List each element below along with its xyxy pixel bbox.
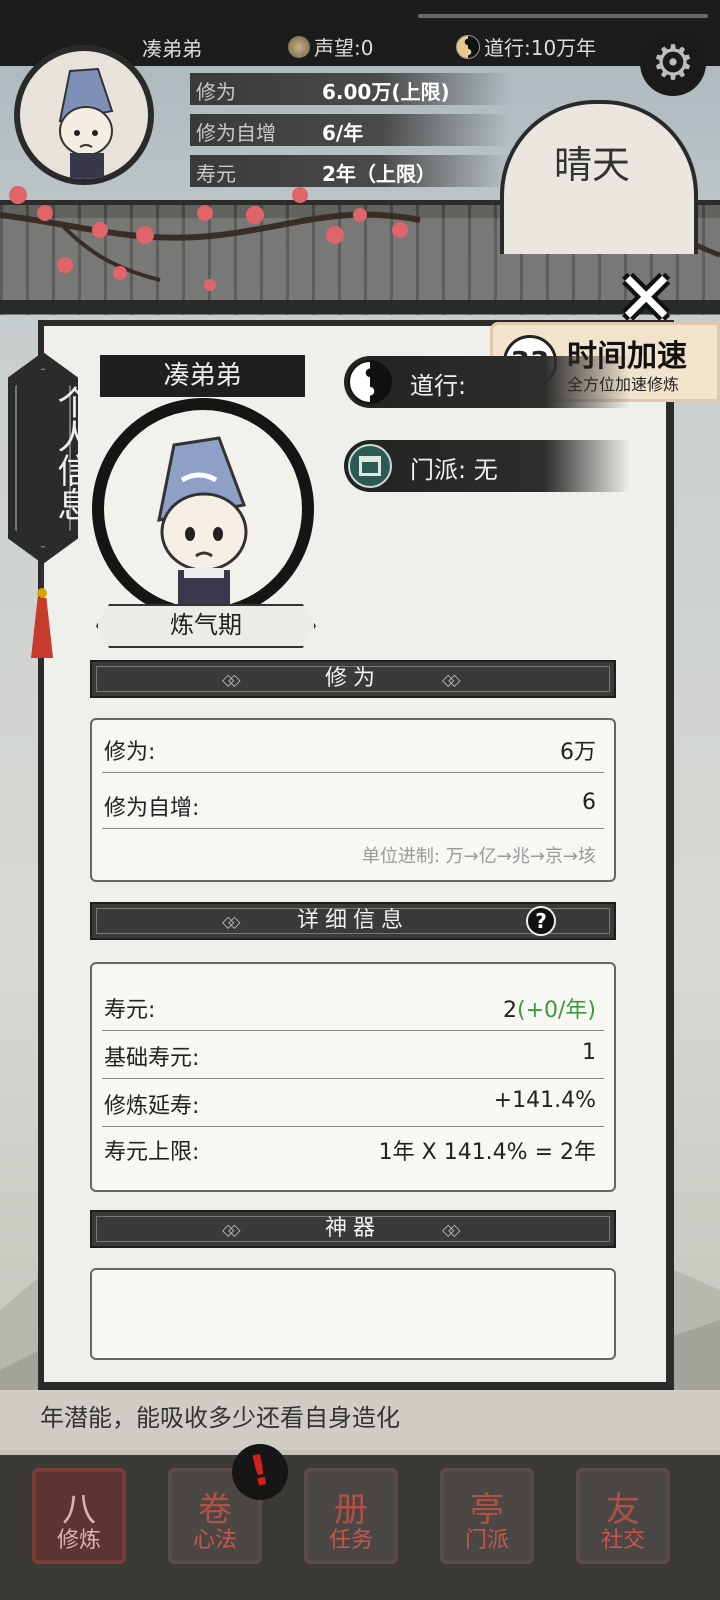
stat-label: 寿元 [196, 162, 236, 186]
stat-value: 2年（上限） [322, 162, 436, 186]
nav-quests[interactable]: 册 任务 [304, 1468, 398, 1564]
stat-label: 修为自增 [196, 121, 276, 145]
message-text: 年潜能，能吸收多少还看自身造化 [40, 1404, 400, 1432]
lifespan-gain: (+0/年) [516, 998, 596, 1023]
message-strip: 年潜能，能吸收多少还看自身造化 [0, 1390, 720, 1450]
pavilion-icon [348, 444, 392, 488]
home-indicator [418, 14, 708, 18]
character-portrait [92, 398, 314, 620]
row-value: 1 [582, 1040, 596, 1065]
section-cultivation: ◇◇ 修为 ◇◇ [90, 660, 616, 698]
realm-text: 炼气期 [170, 611, 242, 639]
yin-yang-icon [456, 34, 480, 59]
nav-label: 修炼 [56, 1528, 101, 1553]
stat-value: 6/年 [322, 121, 364, 145]
dao-text: 道行:10万年 [484, 36, 597, 60]
tassel-bead [37, 588, 47, 598]
nav-cultivate[interactable]: 八 修炼 [32, 1468, 126, 1564]
exclamation-icon: ! [245, 1444, 275, 1497]
gear-icon: ⚙ [651, 35, 695, 91]
diamond-ornament-icon: ◇◇ [442, 1220, 460, 1239]
section-title: 修为 [324, 666, 381, 691]
sect-info: 门派: 无 [344, 440, 630, 492]
nav-label: 任务 [328, 1528, 373, 1553]
realm-plate: 炼气期 [96, 604, 316, 648]
help-icon[interactable]: ? [526, 906, 556, 936]
stat-lifespan: 寿元 2年（上限） [190, 155, 510, 187]
nav-social[interactable]: 友 社交 [576, 1468, 670, 1564]
dao-label: 道行: [410, 372, 467, 400]
fame-counter: 声望:0 [288, 32, 373, 61]
divider [102, 1078, 604, 1079]
details-card: 寿元: 2(+0/年) 基础寿元: 1 修炼延寿: +141.4% 寿元上限: … [90, 962, 616, 1192]
character-portrait-icon [157, 436, 248, 608]
list-item: 寿元: 2(+0/年) [104, 992, 596, 1024]
yin-yang-icon [348, 360, 392, 404]
diamond-ornament-icon: ◇◇ [442, 670, 460, 689]
row-value: 6 [582, 790, 596, 815]
artifact-card [90, 1268, 616, 1360]
row-key: 修为自增: [104, 796, 200, 821]
settings-button[interactable]: ⚙ [640, 30, 706, 96]
coin-icon [288, 35, 310, 58]
unit-note: 单位进制: 万→亿→兆→京→垓 [361, 846, 596, 867]
row-value: +141.4% [493, 1088, 596, 1113]
section-details: ◇◇ 详细信息 ? [90, 902, 616, 940]
row-key: 修炼延寿: [104, 1094, 200, 1119]
section-artifact: ◇◇ 神器 ◇◇ [90, 1210, 616, 1248]
divider [102, 828, 604, 829]
character-portrait-icon [58, 67, 114, 179]
character-name: 凑弟弟 [163, 361, 242, 391]
nav-label: 心法 [192, 1528, 237, 1553]
list-item: 修为: 6万 [104, 734, 596, 765]
row-value: 6万 [560, 740, 596, 765]
list-item: 修为自增: 6 [104, 790, 596, 821]
row-key: 寿元上限: [104, 1140, 200, 1165]
row-key: 基础寿元: [104, 1046, 200, 1071]
row-key: 寿元: [104, 998, 156, 1023]
stat-cultivation: 修为 6.00万(上限) [190, 73, 510, 105]
character-name-plate: 凑弟弟 [100, 355, 305, 397]
tab-personal-info[interactable]: 个人信息 [8, 352, 78, 564]
stat-value: 6.00万(上限) [322, 80, 450, 104]
nav-label: 门派 [464, 1528, 509, 1553]
player-name-hud: 凑弟弟 [142, 37, 202, 61]
divider [102, 772, 604, 773]
divider [102, 1126, 604, 1127]
dao-counter: 道行:10万年 [456, 32, 596, 61]
cultivation-card: 修为: 6万 修为自增: 6 单位进制: 万→亿→兆→京→垓 [90, 718, 616, 882]
stat-cultivation-gain: 修为自增 6/年 [190, 114, 510, 146]
list-item: 基础寿元: 1 [104, 1040, 596, 1071]
row-key: 修为: [104, 740, 156, 765]
stat-label: 修为 [196, 80, 236, 104]
list-item: 修炼延寿: +141.4% [104, 1088, 596, 1119]
section-title: 神器 [324, 1216, 381, 1241]
avatar[interactable] [14, 45, 154, 185]
nav-sect[interactable]: 亭 门派 [440, 1468, 534, 1564]
dao-info: 道行: [344, 356, 630, 408]
divider [102, 1030, 604, 1031]
row-value: 2(+0/年) [503, 992, 596, 1024]
lifespan-value: 2 [502, 998, 517, 1023]
nav-label: 社交 [600, 1528, 645, 1553]
weather-text: 晴天 [554, 143, 631, 187]
list-item: 寿元上限: 1年 X 141.4% = 2年 [104, 1134, 596, 1165]
fame-text: 声望:0 [314, 36, 374, 60]
alert-badge[interactable]: ! [232, 1444, 288, 1500]
sect-text: 门派: 无 [410, 456, 498, 484]
row-value: 1年 X 141.4% = 2年 [378, 1140, 596, 1165]
